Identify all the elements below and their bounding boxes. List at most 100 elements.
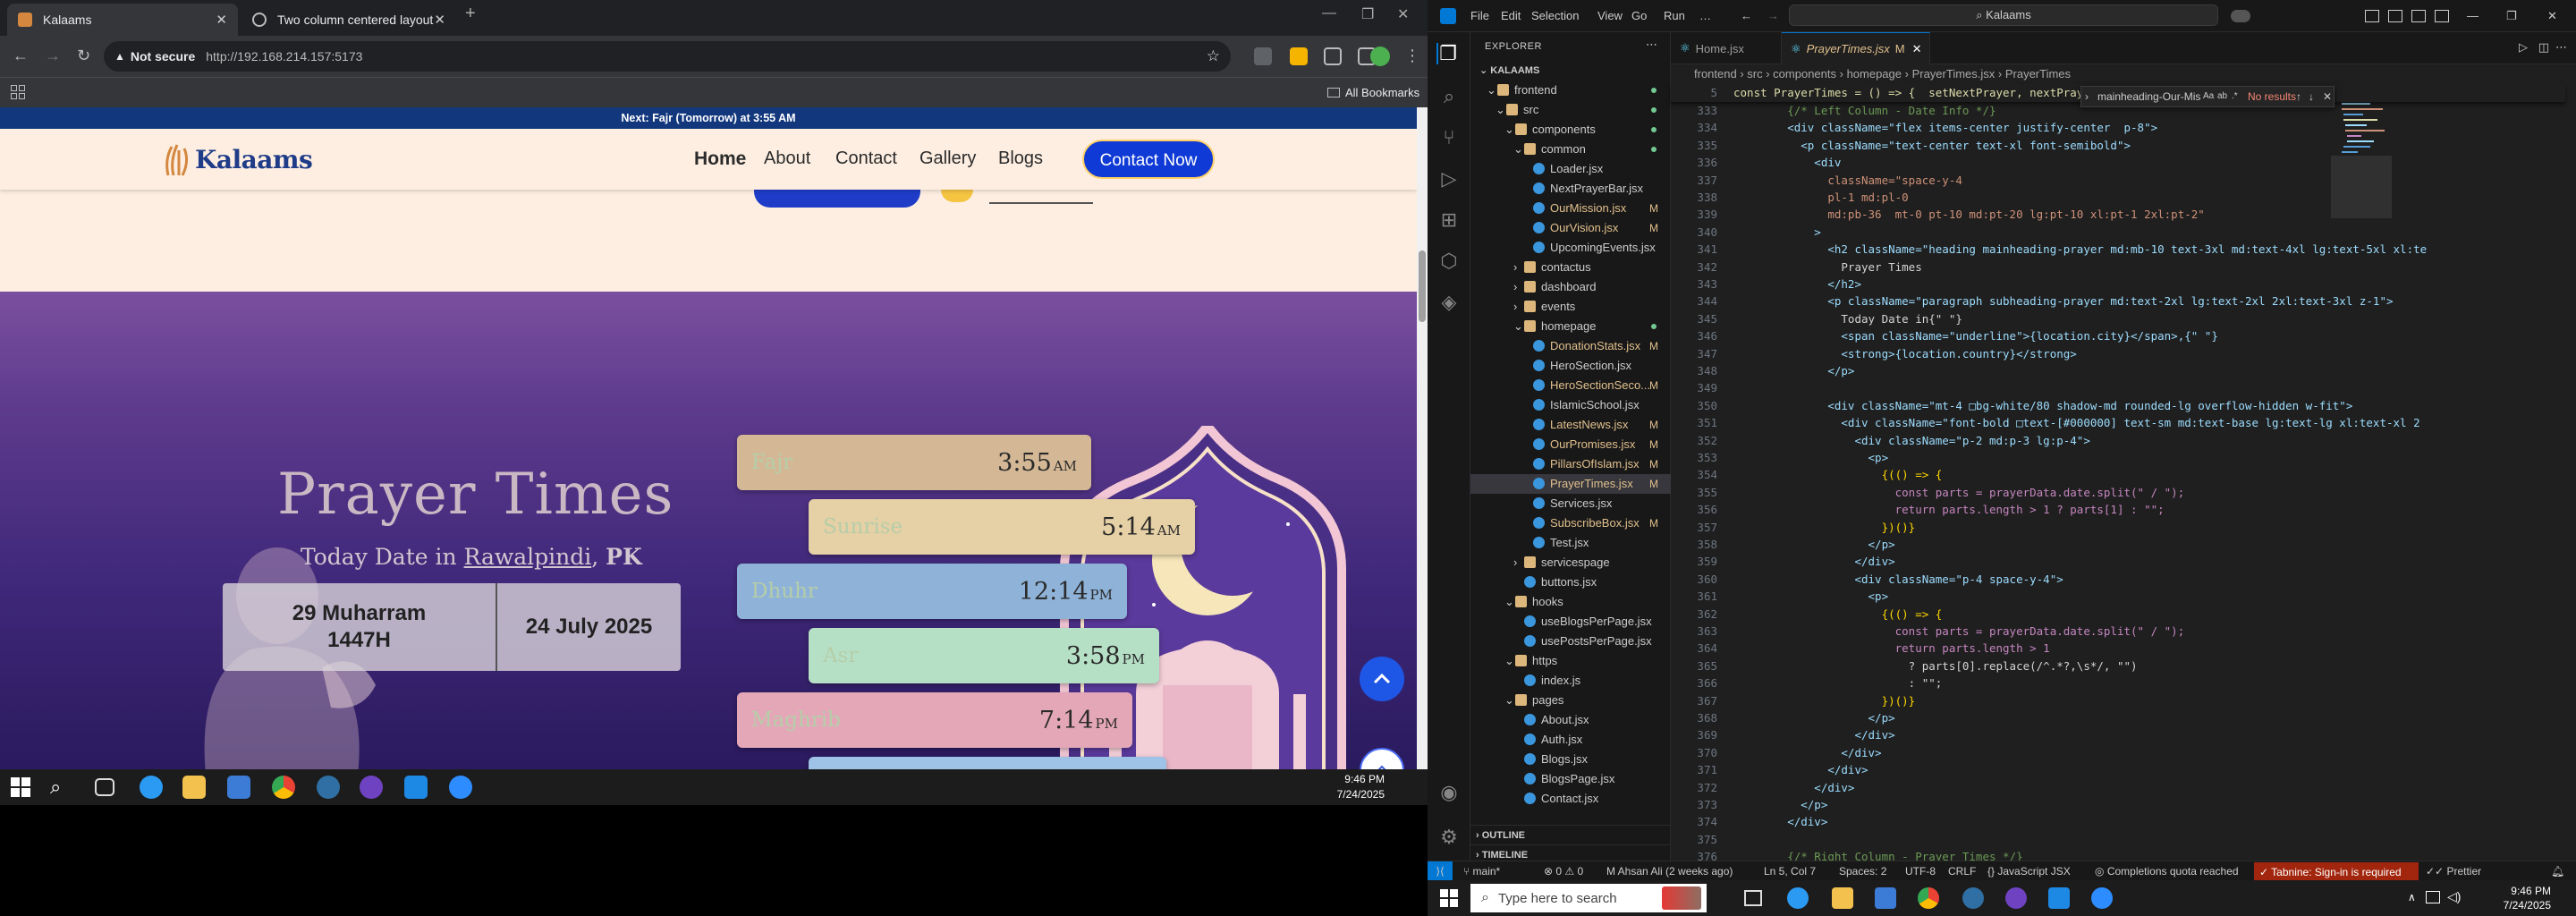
tree-file[interactable]: OurVision.jsx M <box>1470 218 1671 238</box>
cursor-position[interactable]: Ln 5, Col 7 <box>1764 861 1816 881</box>
tab-prayertimes-jsx[interactable]: ⚛ PrayerTimes.jsx M ✕ <box>1782 32 1930 64</box>
tree-file[interactable]: Auth.jsx <box>1470 730 1671 750</box>
notifications-bell-icon[interactable]: 🔔︎ <box>2551 861 2564 881</box>
edge-icon[interactable] <box>140 776 163 799</box>
tree-file[interactable]: BlogsPage.jsx <box>1470 769 1671 789</box>
windows-start-icon[interactable] <box>11 777 30 797</box>
prettier-status[interactable]: ✓✓ Prettier <box>2426 861 2481 881</box>
account-icon[interactable]: ◉ <box>1438 782 1460 803</box>
edge-icon[interactable] <box>1787 887 1809 909</box>
close-tab-icon[interactable]: ✕ <box>434 12 445 28</box>
tab-home-jsx[interactable]: ⚛ Home.jsx <box>1671 32 1782 64</box>
address-bar[interactable]: ▲ Not secure http://192.168.214.157:5173… <box>104 41 1231 72</box>
minimap[interactable] <box>2331 84 2392 352</box>
restore-icon[interactable]: ❐ <box>1361 5 1374 23</box>
database-icon[interactable]: ◈ <box>1438 292 1460 313</box>
tree-file[interactable]: buttons.jsx <box>1470 572 1671 592</box>
close-find-icon[interactable]: ✕ <box>2323 87 2332 106</box>
menu-file[interactable]: File <box>1470 9 1489 22</box>
file-explorer-icon[interactable] <box>182 776 206 799</box>
line-ending[interactable]: CRLF <box>1948 861 1976 881</box>
forward-icon[interactable]: → <box>45 47 61 65</box>
menu-more[interactable]: … <box>1699 9 1711 22</box>
extension-icon[interactable] <box>1254 47 1272 65</box>
nav-blogs[interactable]: Blogs <box>998 148 1043 169</box>
nav-home[interactable]: Home <box>694 148 746 170</box>
search-icon[interactable]: ⌕ <box>1438 86 1460 107</box>
close-window-icon[interactable]: ✕ <box>2547 9 2557 23</box>
tree-file[interactable]: PillarsOfIslam.jsx M <box>1470 454 1671 474</box>
reload-icon[interactable]: ↻ <box>77 47 90 65</box>
close-tab-icon[interactable]: ✕ <box>216 12 227 28</box>
tree-folder[interactable]: ⌄ https <box>1470 651 1671 671</box>
windows-start-icon[interactable] <box>1440 889 1458 907</box>
menu-selection[interactable]: Selection <box>1531 9 1579 22</box>
extensions-icon[interactable]: ⊞ <box>1438 209 1460 231</box>
language-mode[interactable]: {} JavaScript JSX <box>1987 861 2071 881</box>
tree-file[interactable]: HeroSectionSeco... M <box>1470 376 1671 395</box>
menu-go[interactable]: Go <box>1631 9 1647 22</box>
close-tab-icon[interactable]: ✕ <box>1912 42 1922 56</box>
search-icon[interactable]: ⌕ <box>50 776 73 799</box>
toggle-sidebar-icon[interactable] <box>2365 10 2379 22</box>
breadcrumb-item[interactable]: frontend <box>1694 67 1737 81</box>
restore-icon[interactable]: ❐ <box>2506 9 2517 23</box>
regex-icon[interactable]: .* <box>2232 87 2238 106</box>
tree-file[interactable]: HeroSection.jsx <box>1470 356 1671 376</box>
expand-replace-icon[interactable]: › <box>2085 87 2089 106</box>
code-editor[interactable]: 333 {/* Left Column - Date Info */} 334 <… <box>1671 102 2565 866</box>
tree-file[interactable]: Contact.jsx <box>1470 789 1671 809</box>
contact-now-button[interactable]: Contact Now <box>1082 140 1215 179</box>
match-case-icon[interactable]: Aa <box>2203 87 2214 106</box>
tree-file[interactable]: Test.jsx <box>1470 533 1671 553</box>
zoom-icon[interactable] <box>449 776 472 799</box>
source-control-icon[interactable]: ⑂ <box>1438 127 1460 148</box>
tray-chevron-icon[interactable]: ∧ <box>2408 891 2416 903</box>
scroll-to-top-button[interactable] <box>1360 657 1404 701</box>
tree-folder[interactable]: ⌄ src <box>1470 100 1671 120</box>
tree-file[interactable]: IslamicSchool.jsx <box>1470 395 1671 415</box>
breadcrumb-item[interactable]: src <box>1747 67 1762 81</box>
remote-indicator-icon[interactable]: ⟩⟨ <box>1428 861 1453 881</box>
outline-section[interactable]: › OUTLINE <box>1470 825 1671 844</box>
tree-file[interactable]: useBlogsPerPage.jsx <box>1470 612 1671 632</box>
toggle-panel-icon[interactable] <box>2388 10 2402 22</box>
next-match-icon[interactable]: ↓ <box>2309 87 2314 106</box>
tree-file[interactable]: index.js <box>1470 671 1671 691</box>
vscode-icon[interactable] <box>404 776 428 799</box>
run-icon[interactable]: ▷ <box>2519 40 2528 55</box>
task-view-icon[interactable] <box>95 778 114 796</box>
chrome-tab-two-column[interactable]: Two column centered layout ✕ <box>242 4 456 36</box>
tree-folder[interactable]: › contactus <box>1470 258 1671 277</box>
tree-file[interactable]: OurMission.jsx M <box>1470 199 1671 218</box>
customize-layout-icon[interactable] <box>2435 10 2449 22</box>
back-icon[interactable]: ← <box>13 47 29 65</box>
settings-gear-icon[interactable]: ⚙ <box>1438 827 1460 848</box>
github-icon[interactable] <box>2005 887 2027 909</box>
tree-file[interactable]: About.jsx <box>1470 710 1671 730</box>
copilot-status[interactable]: ◎ Completions quota reached <box>2095 861 2239 881</box>
copilot-icon[interactable] <box>2231 10 2250 22</box>
nav-gallery[interactable]: Gallery <box>919 148 976 169</box>
tree-file[interactable]: SubscribeBox.jsx M <box>1470 513 1671 533</box>
breadcrumb-item[interactable]: PrayerTimes.jsx <box>1912 67 1996 81</box>
file-explorer-icon[interactable] <box>1832 887 1853 909</box>
explorer-icon[interactable]: ❐ <box>1436 43 1458 64</box>
tree-folder[interactable]: ⌄ homepage <box>1470 317 1671 336</box>
menu-edit[interactable]: Edit <box>1501 9 1521 22</box>
nav-forward-icon[interactable]: → <box>1767 9 1779 22</box>
minimize-icon[interactable]: — <box>2467 9 2479 22</box>
tree-file[interactable]: usePostsPerPage.jsx <box>1470 632 1671 651</box>
prev-match-icon[interactable]: ↑ <box>2296 87 2301 106</box>
nav-about[interactable]: About <box>764 148 810 169</box>
explorer-more-icon[interactable]: ⋯ <box>1646 38 1657 52</box>
tree-file[interactable]: Loader.jsx <box>1470 159 1671 179</box>
breadcrumb-item[interactable]: components <box>1773 67 1836 81</box>
whole-word-icon[interactable]: ab <box>2217 87 2227 106</box>
branch-indicator[interactable]: ⑂ main* <box>1463 861 1500 881</box>
all-bookmarks[interactable]: All Bookmarks <box>1327 86 1419 99</box>
site-logo[interactable]: Kalaams <box>163 141 313 177</box>
tree-folder[interactable]: ⌄ hooks <box>1470 592 1671 612</box>
run-debug-icon[interactable]: ▷ <box>1438 168 1460 190</box>
github-icon[interactable] <box>360 776 383 799</box>
